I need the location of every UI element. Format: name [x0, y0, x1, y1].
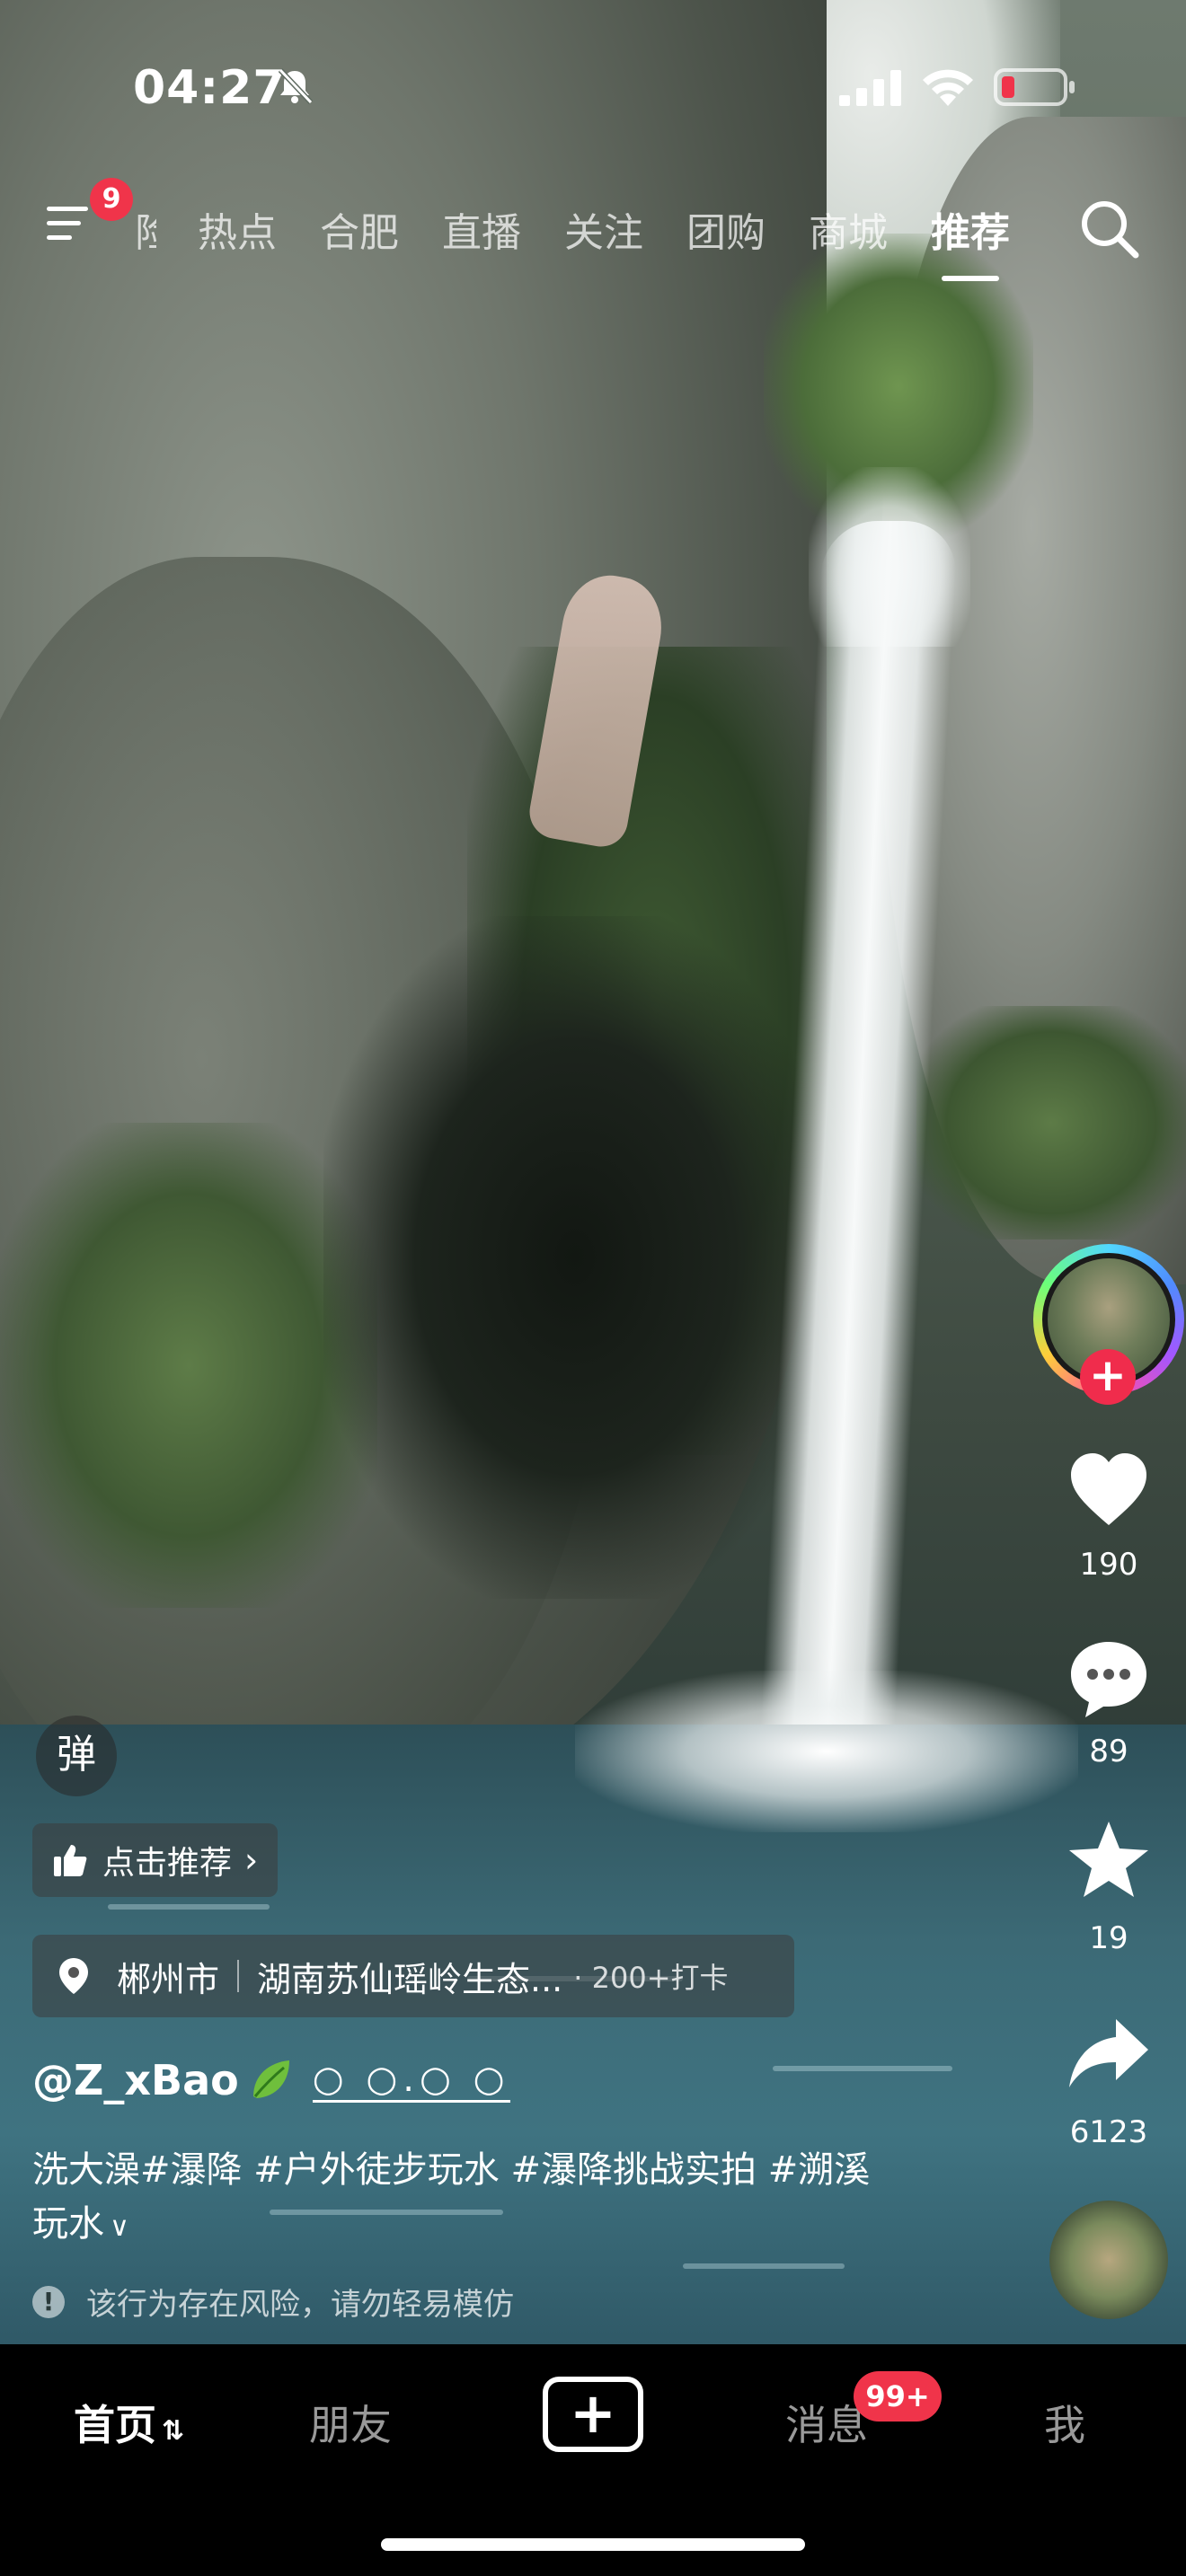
battery-low-icon: [994, 68, 1075, 106]
location-city: 郴州市: [117, 1959, 220, 1999]
top-tabs: 险 热点 合肥 直播 关注 团购 商城 推荐: [135, 198, 1053, 281]
menu-badge: 9: [90, 178, 133, 221]
caption-line: 玩水: [32, 2203, 104, 2245]
comment-icon[interactable]: [1066, 1636, 1152, 1723]
recommend-button[interactable]: 点击推荐 ›: [32, 1823, 279, 1897]
water-ripple: [108, 1904, 270, 1910]
author-decoration: ○ ○.○ ○: [312, 2059, 510, 2103]
follow-button[interactable]: +: [1080, 1349, 1136, 1405]
location-pin-icon: [59, 1958, 88, 1994]
tab-group-buy[interactable]: 团购: [686, 200, 766, 258]
expand-chevron-icon[interactable]: ∨: [110, 2211, 129, 2243]
author-handle-row[interactable]: @Z_xBao ○ ○.○ ○: [32, 2055, 510, 2105]
silent-bell-icon: [278, 67, 314, 105]
risk-warning: ! 该行为存在风险，请勿轻易模仿: [32, 2280, 514, 2324]
home-indicator[interactable]: [381, 2538, 805, 2551]
favorite-count: 19: [1089, 1920, 1128, 1956]
danmaku-toggle-button[interactable]: 弹: [36, 1716, 117, 1796]
location-checkins: · 200+打卡: [573, 1961, 729, 1995]
search-icon[interactable]: [1078, 198, 1141, 260]
location-chip[interactable]: 郴州市 湖南苏仙瑶岭生态... · 200+打卡: [32, 1935, 794, 2017]
like-heart-icon[interactable]: [1066, 1448, 1152, 1534]
risk-warning-text: 该行为存在风险，请勿轻易模仿: [86, 2287, 514, 2323]
music-disc[interactable]: [1049, 2201, 1168, 2319]
comment-count: 89: [1089, 1734, 1128, 1769]
tab-hot[interactable]: 热点: [198, 200, 277, 258]
wifi-icon: [923, 69, 973, 106]
warning-icon: !: [32, 2285, 65, 2318]
plus-icon: +: [570, 2380, 616, 2446]
status-time: 04:27: [133, 61, 287, 115]
chevron-right-icon: ›: [244, 1840, 259, 1880]
share-arrow-icon[interactable]: [1066, 2012, 1152, 2098]
tab-home[interactable]: 首页 ⇅: [74, 2393, 184, 2452]
tab-live[interactable]: 直播: [442, 200, 521, 258]
author-handle[interactable]: @Z_xBao: [32, 2056, 239, 2104]
water-ripple: [773, 2066, 952, 2071]
water-ripple: [683, 2263, 845, 2269]
favorite-star-icon[interactable]: [1066, 1818, 1152, 1904]
location-divider: [237, 1960, 240, 1992]
tab-me[interactable]: 我: [1044, 2393, 1085, 2452]
tab-partial[interactable]: 险: [135, 200, 156, 258]
video-caption[interactable]: 洗大澡#瀑降 #户外徒步玩水 #瀑降挑战实拍 #溯溪 玩水 ∨: [32, 2143, 976, 2254]
tab-following[interactable]: 关注: [564, 200, 643, 258]
foliage: [916, 1006, 1186, 1239]
thumbs-up-icon: [54, 1845, 87, 1876]
create-post-button[interactable]: +: [543, 2377, 643, 2452]
caption-line: 洗大澡#瀑降 #户外徒步玩水 #瀑降挑战实拍 #溯溪: [32, 2149, 871, 2191]
like-count: 190: [1079, 1547, 1138, 1583]
waterfall-splash: [575, 1671, 1078, 1832]
tab-mall[interactable]: 商城: [809, 200, 888, 258]
share-count: 6123: [1069, 2114, 1148, 2150]
cellular-signal-icon: [839, 70, 901, 106]
menu-icon[interactable]: [47, 203, 95, 244]
inbox-badge: 99+: [854, 2371, 942, 2422]
tab-recommend[interactable]: 推荐: [931, 200, 1010, 281]
foliage: [0, 1123, 377, 1608]
recommend-label: 点击推荐: [102, 1845, 233, 1882]
location-place: 湖南苏仙瑶岭生态...: [257, 1959, 563, 1999]
rock-shadow: [323, 916, 827, 1599]
tab-hefei[interactable]: 合肥: [320, 200, 399, 258]
switch-feed-icon: ⇅: [162, 2415, 185, 2447]
tab-friends[interactable]: 朋友: [309, 2393, 392, 2452]
leaf-emoji-icon: [252, 2060, 289, 2098]
tab-home-label: 首页: [74, 2401, 156, 2449]
